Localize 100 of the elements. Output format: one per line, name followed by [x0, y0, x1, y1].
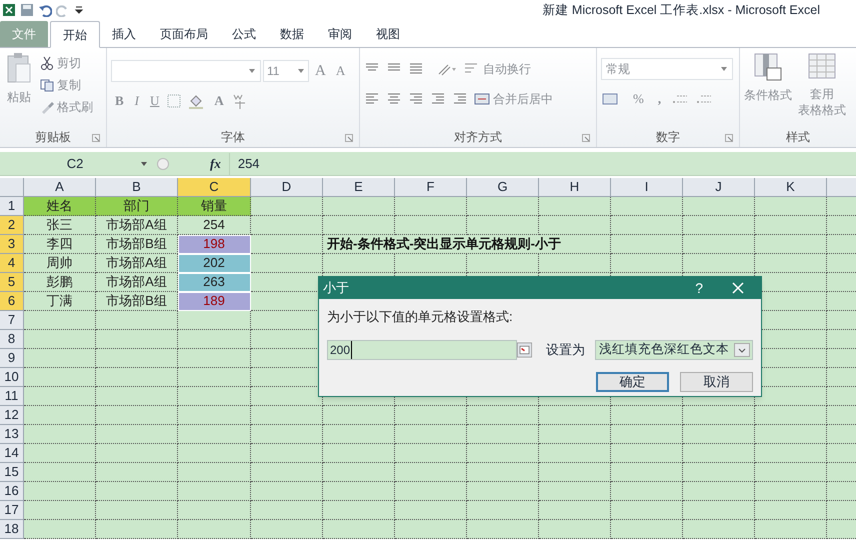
group-label: 数字: [656, 129, 680, 146]
column-header[interactable]: K: [755, 178, 827, 197]
row-header[interactable]: 3: [0, 235, 24, 254]
column-header[interactable]: I: [611, 178, 683, 197]
empty-cell: [539, 444, 611, 463]
format-dropdown[interactable]: 浅红填充色深红色文本: [595, 340, 753, 360]
row-header[interactable]: 2: [0, 216, 24, 235]
row-header[interactable]: 15: [0, 463, 24, 482]
column-header[interactable]: G: [467, 178, 539, 197]
empty-cell: [251, 425, 323, 444]
value-input[interactable]: 200: [327, 340, 517, 360]
column-header[interactable]: [827, 178, 856, 197]
clipboard-icon[interactable]: [6, 52, 32, 84]
empty-cell: [755, 501, 827, 520]
insert-function-button[interactable]: fx: [210, 154, 221, 174]
row-header[interactable]: 1: [0, 197, 24, 216]
select-all-corner[interactable]: [0, 178, 24, 197]
formula-input[interactable]: 254: [228, 152, 856, 174]
row-header[interactable]: 4: [0, 254, 24, 273]
scissors-icon[interactable]: [40, 56, 54, 70]
table-cell: 189: [178, 292, 251, 311]
empty-cell: [323, 501, 395, 520]
empty-cell: [323, 216, 395, 235]
row-header[interactable]: 18: [0, 520, 24, 539]
row-header[interactable]: 9: [0, 349, 24, 368]
empty-cell: [251, 406, 323, 425]
row-header[interactable]: 8: [0, 330, 24, 349]
merge-cells-icon[interactable]: [474, 92, 490, 106]
font-name-field[interactable]: [111, 60, 261, 82]
empty-cell: [755, 463, 827, 482]
table-cell: 市场部A组: [96, 216, 178, 235]
ribbon-tab[interactable]: 视图: [364, 21, 412, 47]
column-header[interactable]: F: [395, 178, 467, 197]
dropdown-caret-icon[interactable]: [140, 160, 148, 166]
dropdown-caret-icon[interactable]: [734, 342, 750, 356]
table-cell: 263: [178, 273, 251, 292]
empty-cell: [395, 520, 467, 539]
button-label: 剪切: [57, 55, 81, 72]
dialog-launcher-icon[interactable]: [92, 134, 100, 142]
range-selector-icon[interactable]: [517, 340, 532, 360]
row-header[interactable]: 17: [0, 501, 24, 520]
ribbon-tab[interactable]: 公式: [220, 21, 268, 47]
dropdown-caret-icon[interactable]: [720, 66, 728, 72]
help-button[interactable]: ?: [695, 278, 703, 298]
ribbon-tab[interactable]: 数据: [268, 21, 316, 47]
ribbon-tab[interactable]: 开始: [50, 21, 100, 48]
dialog-button[interactable]: 取消: [680, 372, 753, 392]
table-cell: 部门: [96, 197, 178, 216]
name-box[interactable]: C2: [0, 154, 150, 174]
empty-cell: [755, 406, 827, 425]
dialog-button[interactable]: 确定: [596, 372, 669, 392]
column-header[interactable]: H: [539, 178, 611, 197]
dialog-launcher-icon[interactable]: [582, 134, 590, 142]
row-header[interactable]: 14: [0, 444, 24, 463]
button-label: 格式刷: [57, 99, 93, 116]
brush-icon[interactable]: [40, 100, 54, 114]
column-header[interactable]: D: [251, 178, 323, 197]
empty-cell: [683, 501, 755, 520]
close-icon[interactable]: [731, 281, 745, 295]
button-label: 自动换行: [483, 61, 531, 78]
row-header[interactable]: 16: [0, 482, 24, 501]
empty-cell: [467, 482, 539, 501]
column-header[interactable]: A: [24, 178, 96, 197]
dialog-prompt: 为小于以下值的单元格设置格式:: [327, 308, 514, 326]
row-header[interactable]: 5: [0, 273, 24, 292]
undo-icon[interactable]: [38, 3, 52, 17]
empty-cell: [395, 425, 467, 444]
column-header[interactable]: J: [683, 178, 755, 197]
row-header[interactable]: 13: [0, 425, 24, 444]
ribbon-tab[interactable]: 插入: [100, 21, 148, 47]
save-icon[interactable]: [20, 3, 34, 17]
empty-cell: [251, 444, 323, 463]
copy-icon[interactable]: [40, 78, 54, 92]
column-header[interactable]: B: [96, 178, 178, 197]
dropdown-caret-icon[interactable]: [248, 68, 256, 74]
column-header[interactable]: E: [323, 178, 395, 197]
ribbon-tab[interactable]: 页面布局: [148, 21, 220, 47]
ribbon-tab[interactable]: 审阅: [316, 21, 364, 47]
dialog-launcher-icon[interactable]: [725, 134, 733, 142]
empty-cell: [395, 482, 467, 501]
row-header[interactable]: 12: [0, 406, 24, 425]
resize-handle-icon[interactable]: [156, 156, 170, 170]
group-label: 字体: [221, 129, 245, 146]
empty-cell: [611, 406, 683, 425]
empty-cell: [395, 444, 467, 463]
empty-cell: [251, 520, 323, 539]
empty-cell: [755, 444, 827, 463]
column-header[interactable]: C: [178, 178, 251, 197]
dialog-launcher-icon[interactable]: [345, 134, 353, 142]
button-label: 表格格式: [798, 102, 846, 118]
conditional-format-icon[interactable]: [753, 52, 783, 82]
empty-cell: [683, 444, 755, 463]
row-header[interactable]: 7: [0, 311, 24, 330]
app-logo-icon[interactable]: [2, 3, 16, 17]
formula-value: 254: [238, 154, 260, 173]
row-header[interactable]: 6: [0, 292, 24, 311]
empty-cell: [395, 406, 467, 425]
row-header[interactable]: 11: [0, 387, 24, 406]
row-header[interactable]: 10: [0, 368, 24, 387]
dropdown-caret-icon[interactable]: [297, 68, 305, 74]
